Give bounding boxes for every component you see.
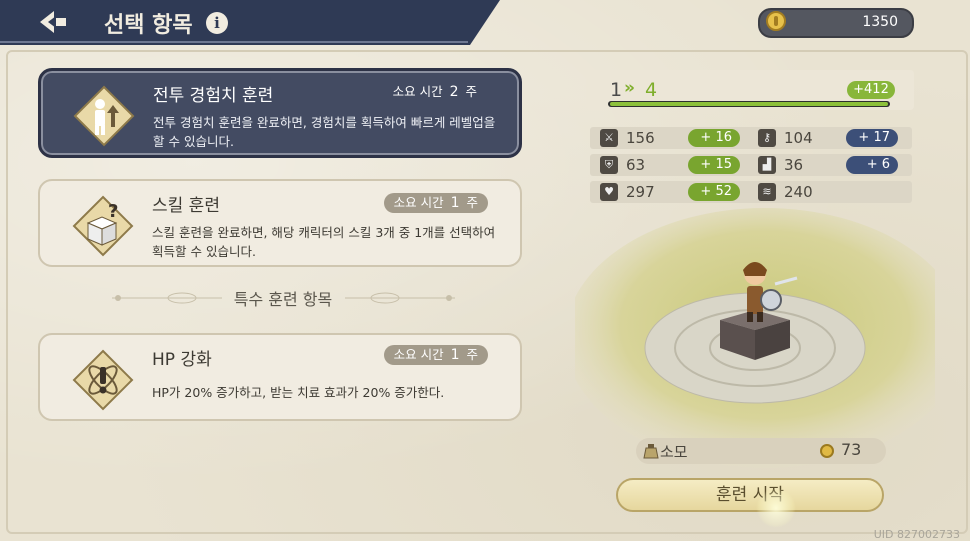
shield-icon: ⛨ xyxy=(600,156,618,174)
time-label: 소요 시간 xyxy=(393,195,444,210)
option-description: 스킬 훈련을 완료하면, 해당 캐릭터의 스킬 3개 중 1개를 선택하여 획득… xyxy=(152,225,496,259)
wing-icon: ≋ xyxy=(758,183,776,201)
exp-gain-badge: +412 xyxy=(847,81,895,99)
time-unit: 주 xyxy=(466,195,478,210)
stat-value: 104 xyxy=(784,129,813,147)
level-target: 4 xyxy=(645,79,658,101)
time-label: 소요 시간 xyxy=(392,84,443,99)
time-unit: 주 xyxy=(465,84,477,99)
header-bar xyxy=(0,0,500,45)
stat-bonus: + 15 xyxy=(688,156,740,174)
cost-label: 소모 xyxy=(660,443,688,461)
time-value: 1 xyxy=(450,347,460,363)
stat-bonus: + 17 xyxy=(846,129,898,147)
level-arrow-icon: » xyxy=(624,78,635,98)
training-option-combat-exp[interactable]: 전투 경험치 훈련 소요 시간 2 주 전투 경험치 훈련을 완료하면, 경험치… xyxy=(38,68,522,158)
training-option-skill[interactable]: ? 스킬 훈련 소요 시간 1 주 스킬 훈련을 완료하면, 해당 캐릭터의 스… xyxy=(38,179,522,267)
uid-label: UID 827002733 xyxy=(873,528,960,541)
stat-bonus: + 16 xyxy=(688,129,740,147)
stat-value: 297 xyxy=(626,183,655,201)
currency-display: 1350 xyxy=(758,8,914,38)
dice-question-icon: ? xyxy=(72,195,134,257)
heart-icon: ♥ xyxy=(600,183,618,201)
ornament-right xyxy=(345,292,455,304)
time-badge: 소요 시간 1 주 xyxy=(383,193,488,213)
option-name: 전투 경험치 훈련 xyxy=(153,86,274,106)
option-description: HP가 20% 증가하고, 받는 치료 효과가 20% 증가한다. xyxy=(152,385,445,400)
level-up-figure-icon xyxy=(73,85,135,147)
boot-icon: ▟ xyxy=(758,156,776,174)
stat-value: 240 xyxy=(784,183,813,201)
tap-glow xyxy=(756,488,796,528)
time-value: 2 xyxy=(449,84,459,100)
svg-text:?: ? xyxy=(108,201,118,222)
character-scene xyxy=(575,208,935,468)
cost-value: 73 xyxy=(841,440,862,459)
time-badge: 소요 시간 1 주 xyxy=(383,345,488,365)
stat-value: 63 xyxy=(626,156,646,174)
time-value: 1 xyxy=(450,195,460,211)
header-banner xyxy=(0,0,500,45)
time-label: 소요 시간 xyxy=(393,347,444,362)
info-icon[interactable]: i xyxy=(206,12,228,34)
start-training-button[interactable]: 훈련 시작 xyxy=(616,478,884,512)
back-arrow-icon xyxy=(40,11,66,33)
time-unit: 주 xyxy=(466,347,478,362)
option-description: 전투 경험치 훈련을 완료하면, 경험치를 획득하여 빠르게 레벨업을 할 수 … xyxy=(153,115,496,149)
currency-amount: 1350 xyxy=(862,14,898,30)
training-option-hp-boost[interactable]: HP 강화 소요 시간 1 주 HP가 20% 증가하고, 받는 치료 효과가 … xyxy=(38,333,522,421)
stat-value: 156 xyxy=(626,129,655,147)
stat-bonus: + 52 xyxy=(688,183,740,201)
option-name: 스킬 훈련 xyxy=(152,196,220,216)
back-button[interactable] xyxy=(36,8,70,36)
sword-icon: ⚔ xyxy=(600,129,618,147)
page-title: 선택 항목 xyxy=(104,13,193,38)
key-icon: ⚷ xyxy=(758,129,776,147)
bag-icon xyxy=(643,444,659,459)
stat-bonus: + 6 xyxy=(846,156,898,174)
exclamation-atom-icon xyxy=(72,349,134,411)
coin-icon xyxy=(820,444,834,458)
level-current: 1 xyxy=(610,79,623,101)
stat-value: 36 xyxy=(784,156,804,174)
coin-icon xyxy=(766,11,786,31)
time-badge: 소요 시간 2 주 xyxy=(383,82,487,102)
exp-fill xyxy=(610,102,888,106)
option-name: HP 강화 xyxy=(152,350,212,370)
